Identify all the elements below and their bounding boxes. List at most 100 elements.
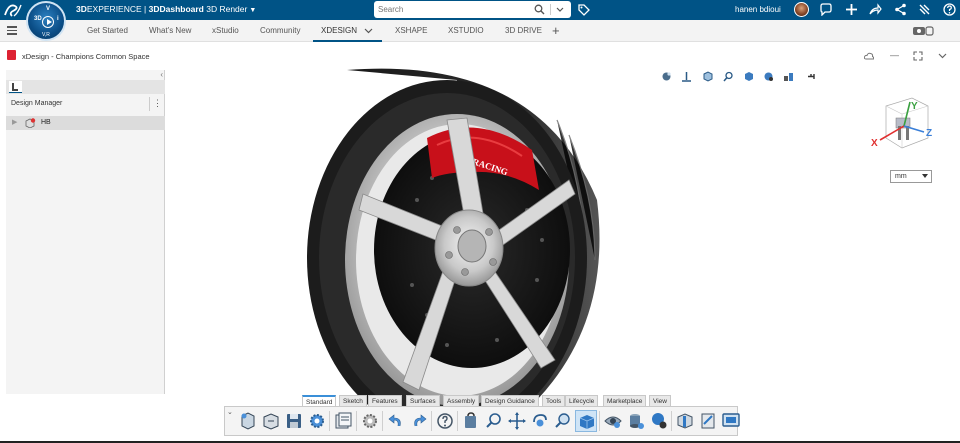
zoom-icon[interactable] <box>723 71 734 82</box>
shaded-display-icon[interactable] <box>575 410 597 432</box>
tab-xstudio-community[interactable]: xStudio <box>212 26 239 35</box>
help-icon[interactable] <box>943 3 956 16</box>
app-tab-bar: Get Started What's New xStudio Community… <box>0 20 960 42</box>
hide-show-icon[interactable] <box>602 410 624 432</box>
appearance-icon[interactable] <box>763 71 774 82</box>
screen-capture-icon[interactable] <box>720 410 742 432</box>
shaded-cube-icon[interactable] <box>743 71 754 82</box>
share-icon[interactable] <box>869 3 882 16</box>
appearance-cylinder-icon[interactable] <box>625 410 647 432</box>
redo-icon[interactable] <box>408 410 430 432</box>
expand-toolbar-icon[interactable]: ⌄ <box>227 408 233 416</box>
search-icon[interactable] <box>534 4 545 15</box>
pin-toolbar-icon[interactable] <box>806 71 817 82</box>
tab-community[interactable]: Community <box>260 26 300 35</box>
new-part-button[interactable] <box>237 410 259 432</box>
tab-whats-new[interactable]: What's New <box>149 26 191 35</box>
cm-tab-design-guidance[interactable]: Design Guidance <box>481 395 539 406</box>
search-divider <box>550 4 551 15</box>
help-icon[interactable] <box>434 410 456 432</box>
toolbar-divider <box>671 411 672 431</box>
measure-icon[interactable] <box>697 410 719 432</box>
cm-tab-standard[interactable]: Standard <box>302 395 337 406</box>
compass-play-icon[interactable] <box>42 16 54 28</box>
search-scope-chevron-icon[interactable] <box>556 7 564 12</box>
undo-icon[interactable] <box>385 410 407 432</box>
rotate-view-icon[interactable] <box>460 410 482 432</box>
expand-caret-icon[interactable]: ▶ <box>12 118 17 126</box>
collapse-panel-icon[interactable]: ‹ <box>160 70 163 79</box>
minimize-icon[interactable]: — <box>890 50 899 60</box>
tab-get-started[interactable]: Get Started <box>87 26 128 35</box>
brand-3d: 3D <box>76 4 87 14</box>
compass-quadrant-3d[interactable]: 3D <box>34 16 42 22</box>
top-bar: 3D V i V,R 3DEXPERIENCE | 3DDashboard 3D… <box>0 0 960 41</box>
search-input[interactable] <box>378 3 528 16</box>
tree-item-hb[interactable]: ▶ HB <box>6 116 165 130</box>
network-icon[interactable] <box>894 3 907 16</box>
cloud-icon[interactable] <box>864 51 874 60</box>
section-cube-icon[interactable] <box>674 410 696 432</box>
chevron-down-icon[interactable] <box>364 28 373 34</box>
dassault-logo-icon[interactable] <box>3 1 23 19</box>
cm-tab-lifecycle[interactable]: Lifecycle <box>565 395 599 406</box>
cm-tab-marketplace[interactable]: Marketplace <box>603 395 647 406</box>
cm-tab-features[interactable]: Features <box>368 395 402 406</box>
rotate-icon[interactable] <box>529 410 551 432</box>
scene-settings-icon[interactable] <box>648 410 670 432</box>
toolbar-divider <box>431 411 432 431</box>
add-tab-icon[interactable]: + <box>552 23 560 38</box>
avatar[interactable] <box>794 2 809 17</box>
brand-dashboard: 3DDashboard <box>148 4 204 14</box>
user-name[interactable]: hanen bdioui <box>735 5 781 14</box>
compass-version: V,R <box>42 32 50 38</box>
compass-quadrant-v[interactable]: V <box>46 6 50 12</box>
tab-xdesign[interactable]: XDESIGN <box>321 26 357 35</box>
tab-xstudio[interactable]: XSTUDIO <box>448 26 484 35</box>
section-view-icon[interactable] <box>681 71 692 82</box>
view-cube-triad[interactable]: X Y Z <box>866 94 938 154</box>
tools-icon[interactable] <box>918 3 931 16</box>
more-options-icon[interactable]: ⋮ <box>153 98 162 109</box>
axis-y-label: Y <box>911 101 918 112</box>
view-orientation-icon[interactable] <box>661 71 672 82</box>
compass-widget[interactable]: 3D V i V,R <box>26 1 66 41</box>
toolbar-divider <box>599 411 600 431</box>
pan-icon[interactable] <box>506 410 528 432</box>
3d-viewport[interactable]: RACING X Y Z mm <box>166 68 960 443</box>
cm-tab-surfaces[interactable]: Surfaces <box>406 395 440 406</box>
properties-button[interactable] <box>332 410 354 432</box>
settings-gear-icon[interactable] <box>306 410 328 432</box>
cm-tab-view[interactable]: View <box>649 395 671 406</box>
toolbar-divider <box>356 411 357 431</box>
tree-item-label: HB <box>41 119 51 126</box>
wheel-model[interactable]: RACING <box>307 68 607 443</box>
tree-view-tab-icon[interactable] <box>9 81 22 93</box>
tab-xshape[interactable]: XSHAPE <box>395 26 427 35</box>
units-select[interactable]: mm <box>890 170 932 183</box>
chat-icon[interactable] <box>819 3 832 16</box>
axis-x-label: X <box>871 138 878 149</box>
cm-tab-tools[interactable]: Tools <box>542 395 566 406</box>
cm-tab-sketch[interactable]: Sketch <box>339 395 367 406</box>
chevron-down-icon[interactable] <box>938 53 947 59</box>
scene-icon[interactable] <box>783 71 794 82</box>
tag-icon[interactable] <box>577 3 590 16</box>
panel-tab-strip <box>6 80 165 94</box>
save-icon[interactable] <box>283 410 305 432</box>
display-style-icon[interactable] <box>702 71 713 82</box>
tab-3d-drive[interactable]: 3D DRIVE <box>505 26 542 35</box>
options-gear-icon[interactable] <box>359 410 381 432</box>
menu-icon[interactable] <box>7 26 17 35</box>
command-toolbar: ⌄ <box>224 406 740 436</box>
open-button[interactable] <box>260 410 282 432</box>
video-chat-icon[interactable] <box>912 25 934 37</box>
xdesign-app-icon <box>7 50 16 60</box>
zoom-fit-icon[interactable] <box>552 410 574 432</box>
cm-tab-assembly[interactable]: Assembly <box>443 395 480 406</box>
zoom-area-icon[interactable] <box>483 410 505 432</box>
add-icon[interactable] <box>845 3 858 16</box>
maximize-icon[interactable] <box>913 51 923 61</box>
compass-quadrant-i[interactable]: i <box>57 16 59 22</box>
brand-title[interactable]: 3DEXPERIENCE | 3DDashboard 3D Render ▼ <box>76 4 256 14</box>
